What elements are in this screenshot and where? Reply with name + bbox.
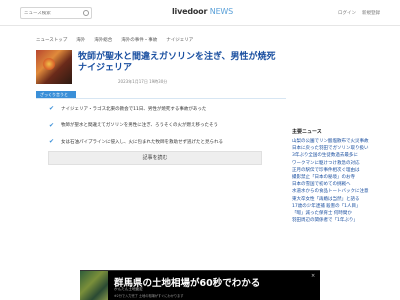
logo-main: livedoor: [172, 7, 208, 16]
sidebar-news-item[interactable]: 東大卒女性「再婚は当然」と語る: [292, 196, 378, 203]
ad-note: ※2分で入力完了 土地の相場がすぐにわかります: [114, 294, 184, 298]
summary-point: ✔ ナイジェリア・ラゴス北東の教会で11日、男性が焼死する事故があった: [48, 105, 278, 112]
sidebar-news-item[interactable]: 日本の雪国で初めての挑戦へ: [292, 181, 378, 188]
ad-map-image: [80, 271, 108, 300]
sidebar-news-item[interactable]: 日本に戻った羽田でガソリン取り扱い: [292, 145, 378, 152]
sidebar-news-item[interactable]: 「暇」減った保育士 何時間か: [292, 210, 378, 217]
summary-points: ✔ ナイジェリア・ラゴス北東の教会で11日、男性が焼死する事故があった ✔ 牧師…: [48, 105, 278, 155]
site-header: livedoor NEWS ログイン 新規登録: [0, 0, 400, 26]
logo-sub: NEWS: [209, 7, 234, 16]
breadcrumb: ニューストップ 海外 海外総合 海外の事件・事故 ナイジェリア: [36, 37, 193, 43]
check-icon: ✔: [48, 121, 55, 129]
summary-point-text: ナイジェリア・ラゴス北東の教会で11日、男性が焼死する事故があった: [61, 106, 207, 112]
summary-point-text: 女は石油パイプラインに侵入し、火に包まれた牧師を救助せず逃げたと見られる: [61, 139, 223, 145]
article-thumbnail[interactable]: [36, 50, 72, 84]
sidebar-heading: 主要ニュース: [292, 129, 322, 135]
summary-label: ざっくり言うと: [36, 91, 76, 98]
sidebar-news-item[interactable]: ワークマンに駆けつけ救急の対応: [292, 160, 378, 167]
close-icon[interactable]: ×: [311, 273, 315, 279]
check-icon: ✔: [48, 138, 55, 145]
sidebar-news-item[interactable]: 撮影禁止「日本の秘境」のお寺: [292, 174, 378, 181]
sidebar-news-item[interactable]: 17歳の少年逮捕 殺害の「1人目」: [292, 203, 378, 210]
sidebar-news-item[interactable]: 3年ぶり全国の生徒数過去最多に: [292, 152, 378, 159]
breadcrumb-item[interactable]: 海外総合: [94, 37, 112, 43]
sidebar-news-item[interactable]: 山梨の公園でリン酸塩散布で火災事故: [292, 138, 378, 145]
search-box[interactable]: [20, 7, 92, 19]
signup-link[interactable]: 新規登録: [362, 10, 380, 16]
breadcrumb-item[interactable]: ナイジェリア: [166, 37, 193, 43]
summary-point-text: 牧師が聖水と間違えてガソリンを男性に注ぎ、ろうそくの火が燃え移ったそう: [61, 123, 219, 128]
bottom-banner-ad[interactable]: 群馬県の土地相場が60秒でわかる かんたん土地査定 ※2分で入力完了 土地の相場…: [80, 270, 320, 300]
summary-divider: [36, 98, 286, 99]
check-icon: ✔: [48, 105, 55, 112]
breadcrumb-item[interactable]: 海外: [76, 37, 85, 43]
search-input[interactable]: [24, 10, 80, 16]
sidebar-news-item[interactable]: 正月の駅伝で珍事件相次ぐ理由は: [292, 167, 378, 174]
summary-point: ✔ 女は石油パイプラインに侵入し、火に包まれた牧師を救助せず逃げたと見られる: [48, 138, 278, 145]
login-link[interactable]: ログイン: [338, 10, 356, 16]
breadcrumb-item[interactable]: ニューストップ: [36, 37, 67, 43]
article-title[interactable]: 牧師が聖水と間違えガソリンを注ぎ、男性が焼死 ナイジェリア: [78, 52, 278, 74]
sidebar-news-item[interactable]: 水道水からの食品トートバックに注意: [292, 188, 378, 195]
sidebar-news-list: 山梨の公園でリン酸塩散布で火災事故 日本に戻った羽田でガソリン取り扱い 3年ぶり…: [292, 138, 378, 224]
ad-subtitle: かんたん土地査定: [114, 287, 143, 291]
article-date: 2023年1月17日 19時30分: [118, 79, 168, 84]
site-logo[interactable]: livedoor NEWS: [172, 7, 233, 16]
sidebar-news-item[interactable]: 羽田周辺の関係者で「1年ぶり」: [292, 217, 378, 224]
summary-point: ✔ 牧師が聖水と間違えてガソリンを男性に注ぎ、ろうそくの火が燃え移ったそう: [48, 122, 278, 129]
breadcrumb-item[interactable]: 海外の事件・事故: [121, 37, 157, 43]
search-icon[interactable]: [83, 10, 89, 16]
read-article-button[interactable]: 記事を読む: [48, 151, 262, 165]
